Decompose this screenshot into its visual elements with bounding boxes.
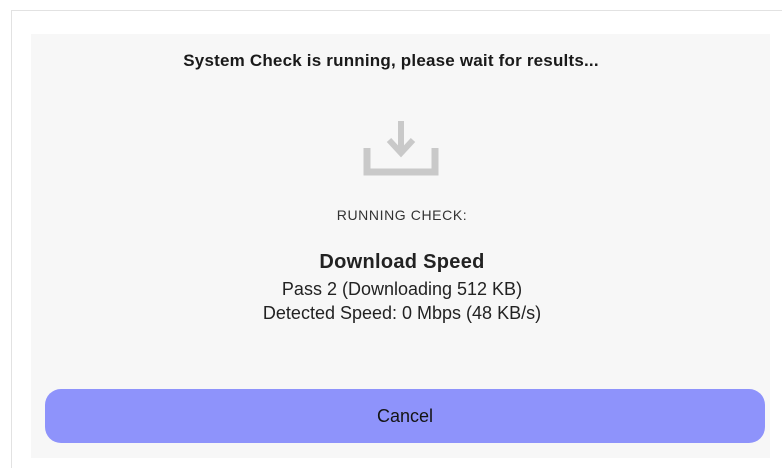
download-icon	[363, 121, 439, 176]
dialog-title: System Check is running, please wait for…	[183, 51, 599, 70]
pass-info: Pass 2 (Downloading 512 KB)	[281, 279, 523, 299]
status-label: RUNNING CHECK:	[336, 207, 468, 223]
detected-speed: Detected Speed: 0 Mbps (48 KB/s)	[262, 303, 542, 323]
cancel-button[interactable]: Cancel	[45, 389, 765, 443]
check-name: Download Speed	[319, 251, 485, 273]
